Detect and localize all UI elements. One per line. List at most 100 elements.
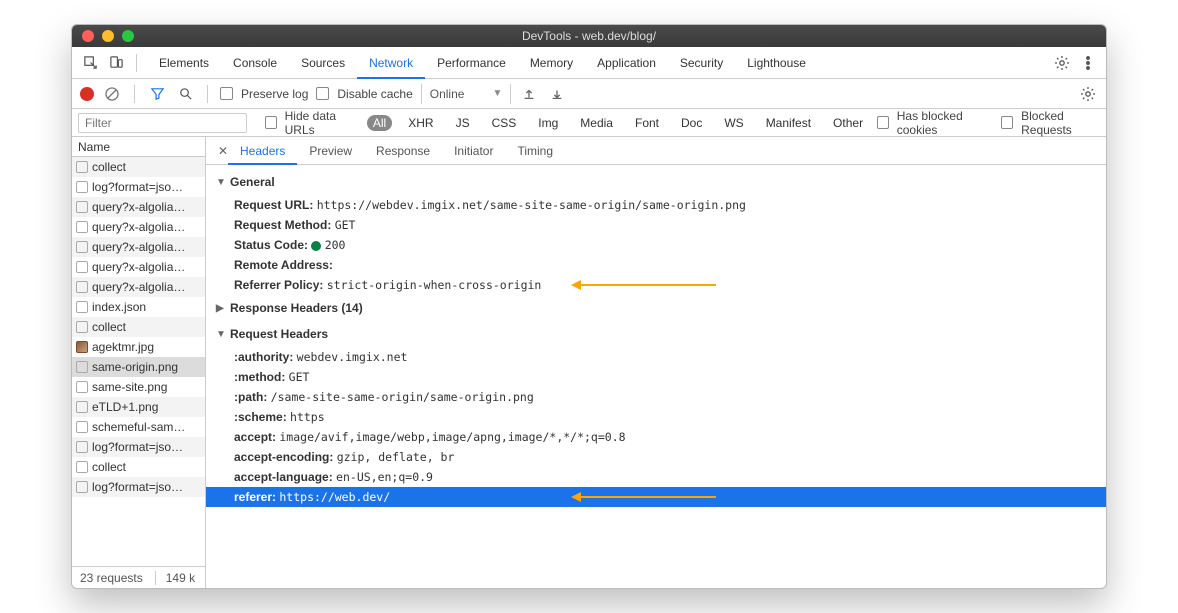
disable-cache-label: Disable cache <box>337 87 412 101</box>
request-row[interactable]: query?x-algolia… <box>72 237 205 257</box>
network-settings-icon[interactable] <box>1078 84 1098 104</box>
divider <box>207 85 208 103</box>
status-code-row: Status Code: 200 <box>216 235 1106 255</box>
file-icon <box>76 441 88 453</box>
method-row: :method: GET <box>216 367 1106 387</box>
settings-icon[interactable] <box>1052 53 1072 73</box>
file-icon <box>76 221 88 233</box>
request-row[interactable]: query?x-algolia… <box>72 217 205 237</box>
disclosure-right-icon: ▶ <box>216 303 226 314</box>
request-row[interactable]: log?format=jso… <box>72 477 205 497</box>
request-row[interactable]: log?format=jso… <box>72 177 205 197</box>
response-headers-section[interactable]: ▶Response Headers (14) <box>216 295 1106 321</box>
tab-network[interactable]: Network <box>357 47 425 79</box>
file-icon <box>76 381 88 393</box>
clear-icon[interactable] <box>102 84 122 104</box>
detail-tab-headers[interactable]: Headers <box>228 137 297 165</box>
main-tabs-row: ElementsConsoleSourcesNetworkPerformance… <box>72 47 1106 79</box>
request-row[interactable]: query?x-algolia… <box>72 257 205 277</box>
authority-row: :authority: webdev.imgix.net <box>216 347 1106 367</box>
upload-icon[interactable] <box>519 84 539 104</box>
request-headers-section[interactable]: ▼Request Headers <box>216 321 1106 347</box>
general-section[interactable]: ▼General <box>216 169 1106 195</box>
request-name: same-origin.png <box>92 360 178 374</box>
request-row[interactable]: schemeful-sam… <box>72 417 205 437</box>
annotation-arrow <box>576 496 716 498</box>
type-filter-font[interactable]: Font <box>629 115 665 131</box>
more-icon[interactable] <box>1078 53 1098 73</box>
throttle-value: Online <box>430 87 465 101</box>
type-filter-manifest[interactable]: Manifest <box>760 115 817 131</box>
blocked-requests-checkbox[interactable]: Blocked Requests <box>1001 109 1106 137</box>
device-toggle-icon[interactable] <box>106 53 126 73</box>
type-filter-img[interactable]: Img <box>532 115 564 131</box>
type-filter-css[interactable]: CSS <box>486 115 523 131</box>
request-row[interactable]: query?x-algolia… <box>72 277 205 297</box>
has-blocked-cookies-checkbox[interactable]: Has blocked cookies <box>877 109 993 137</box>
minimize-icon[interactable] <box>102 30 114 42</box>
filter-input[interactable] <box>78 113 247 133</box>
request-name: same-site.png <box>92 380 167 394</box>
request-row[interactable]: agektmr.jpg <box>72 337 205 357</box>
type-filters: All XHR JS CSS Img Media Font Doc WS Manifest Othe… <box>367 115 869 131</box>
tab-sources[interactable]: Sources <box>289 47 357 79</box>
type-filter-other[interactable]: Other <box>827 115 869 131</box>
status-dot-icon <box>311 241 321 251</box>
type-filter-xhr[interactable]: XHR <box>402 115 439 131</box>
detail-tab-response[interactable]: Response <box>364 137 442 165</box>
request-row[interactable]: query?x-algolia… <box>72 197 205 217</box>
detail-tab-initiator[interactable]: Initiator <box>442 137 505 165</box>
type-filter-js[interactable]: JS <box>450 115 476 131</box>
file-icon <box>76 401 88 413</box>
request-list: collectlog?format=jso…query?x-algolia…qu… <box>72 157 205 566</box>
request-name: query?x-algolia… <box>92 200 185 214</box>
request-row[interactable]: log?format=jso… <box>72 437 205 457</box>
close-detail-icon[interactable]: ✕ <box>212 144 228 158</box>
type-filter-media[interactable]: Media <box>574 115 619 131</box>
referrer-policy-row: Referrer Policy: strict-origin-when-cros… <box>216 275 1106 295</box>
request-name: agektmr.jpg <box>92 340 154 354</box>
name-column-header[interactable]: Name <box>72 137 205 157</box>
request-row[interactable]: index.json <box>72 297 205 317</box>
tab-lighthouse[interactable]: Lighthouse <box>735 47 818 79</box>
search-icon[interactable] <box>175 84 195 104</box>
hide-data-urls-checkbox[interactable]: Hide data URLs <box>265 109 359 137</box>
file-icon <box>76 321 88 333</box>
disclosure-down-icon: ▼ <box>216 177 226 188</box>
tab-performance[interactable]: Performance <box>425 47 518 79</box>
detail-tab-preview[interactable]: Preview <box>297 137 364 165</box>
path-row: :path: /same-site-same-origin/same-origi… <box>216 387 1106 407</box>
close-icon[interactable] <box>82 30 94 42</box>
request-name: index.json <box>92 300 146 314</box>
divider <box>136 54 137 72</box>
type-filter-all[interactable]: All <box>367 115 392 131</box>
record-icon[interactable] <box>80 87 94 101</box>
maximize-icon[interactable] <box>122 30 134 42</box>
preserve-log-checkbox[interactable]: Preserve log <box>220 87 308 101</box>
tab-security[interactable]: Security <box>668 47 735 79</box>
request-row[interactable]: eTLD+1.png <box>72 397 205 417</box>
detail-tab-timing[interactable]: Timing <box>505 137 565 165</box>
tab-console[interactable]: Console <box>221 47 289 79</box>
request-row[interactable]: collect <box>72 157 205 177</box>
type-filter-ws[interactable]: WS <box>718 115 749 131</box>
status-bar: 23 requests 149 k <box>72 566 205 588</box>
accept-encoding-row: accept-encoding: gzip, deflate, br <box>216 447 1106 467</box>
tab-elements[interactable]: Elements <box>147 47 221 79</box>
tab-application[interactable]: Application <box>585 47 668 79</box>
request-row[interactable]: same-site.png <box>72 377 205 397</box>
request-name: collect <box>92 160 126 174</box>
request-row[interactable]: same-origin.png <box>72 357 205 377</box>
tab-memory[interactable]: Memory <box>518 47 585 79</box>
filter-icon[interactable] <box>147 84 167 104</box>
type-filter-doc[interactable]: Doc <box>675 115 708 131</box>
window-title: DevTools - web.dev/blog/ <box>72 29 1106 43</box>
throttle-select[interactable]: Online▼ <box>421 84 512 104</box>
inspect-icon[interactable] <box>80 53 100 73</box>
disable-cache-checkbox[interactable]: Disable cache <box>316 87 412 101</box>
download-icon[interactable] <box>547 84 567 104</box>
blocked-req-label: Blocked Requests <box>1021 109 1106 137</box>
request-row[interactable]: collect <box>72 317 205 337</box>
referer-row: referer: https://web.dev/ <box>206 487 1106 507</box>
request-row[interactable]: collect <box>72 457 205 477</box>
